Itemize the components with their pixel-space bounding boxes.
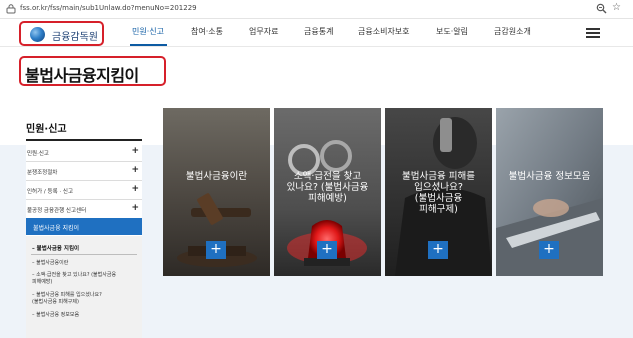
submenu-heading[interactable]: – 불법사금융 지킴이 (32, 244, 79, 252)
nav-item-consumer-protection[interactable]: 금융소비자보호 (358, 26, 410, 37)
sidebar-item-label: 민원·신고 (27, 151, 49, 157)
browser-address-bar[interactable]: fss.or.kr/fss/main/sub1Unlaw.do?menuNo=2… (0, 0, 633, 19)
submenu-item[interactable]: – 불법사금융이란 (32, 260, 68, 267)
card-info-collection[interactable]: 불법사금융 정보모음 + (496, 108, 603, 276)
card-title-line: 불법사금융 피해를 (402, 171, 475, 182)
card-damage-relief[interactable]: 불법사금융 피해를 입으셨나요? (불법사금융 피해구제) + (385, 108, 492, 276)
sidebar-item-label: 인허가 / 등록 · 신고 (27, 189, 74, 195)
submenu-item[interactable]: – 불법사금융 정보모음 (32, 312, 79, 319)
card-plus-button[interactable]: + (317, 241, 337, 259)
sidebar-item-licensing[interactable]: 인허가 / 등록 · 신고 + (26, 181, 142, 200)
card-title-line: 소액·급전을 찾고 (293, 171, 362, 182)
card-plus-button[interactable]: + (539, 241, 559, 259)
expand-plus-icon[interactable]: + (131, 184, 139, 194)
card-plus-button[interactable]: + (428, 241, 448, 259)
logo[interactable]: 금융감독원 (19, 21, 104, 46)
nav-item-press[interactable]: 보도·알림 (436, 26, 468, 37)
hamburger-icon[interactable] (586, 28, 600, 38)
submenu-item[interactable]: – 소액·급전을 찾고 있나요? (불법사금융 피해예방) (32, 272, 116, 286)
sidebar-item-label: 분쟁조정절차 (27, 170, 58, 176)
submenu-item[interactable]: – 불법사금융 피해를 입으셨나요? (불법사금융 피해구제) (32, 292, 102, 306)
site-header: 금융감독원 민원·신고 참여·소통 업무자료 금융통계 금융소비자보호 보도·알… (0, 19, 633, 47)
card-title-line: 피해구제) (419, 204, 458, 215)
logo-text: 금융감독원 (52, 32, 98, 43)
url-text[interactable]: fss.or.kr/fss/main/sub1Unlaw.do?menuNo=2… (20, 4, 197, 12)
card-title-line: 입으셨나요? (414, 182, 463, 193)
submenu-divider (31, 254, 137, 255)
sidebar-submenu: – 불법사금융 지킴이 – 불법사금융이란 – 소액·급전을 찾고 있나요? (… (26, 236, 142, 338)
sidebar-item-illegal-finance[interactable]: 불법사금융 지킴이 (26, 218, 142, 235)
card-title-line: 있나요? (불법사금융 (286, 182, 369, 193)
nav-item-financial-stats[interactable]: 금융통계 (304, 26, 333, 37)
zoom-icon[interactable] (596, 3, 607, 14)
nav-item-complaints[interactable]: 민원·신고 (132, 26, 164, 37)
fss-emblem-icon (30, 27, 45, 42)
sidebar-item-dispute[interactable]: 분쟁조정절차 + (26, 162, 142, 181)
nav-item-participation[interactable]: 참여·소통 (191, 26, 223, 37)
nav-item-about[interactable]: 금감원소개 (494, 26, 531, 37)
card-what-is-illegal-finance[interactable]: 불법사금융이란 + (163, 108, 270, 276)
sidebar-item-complaints[interactable]: 민원·신고 + (26, 143, 142, 162)
sidebar-item-unfair-practice[interactable]: 불공정 금융관행 신고센터 + (26, 200, 142, 219)
sidebar-divider (26, 139, 142, 141)
page-title: 불법사금융지킴이 (25, 66, 139, 85)
sidebar-title: 민원·신고 (26, 124, 67, 135)
page-title-highlight: 불법사금융지킴이 (19, 56, 166, 86)
nav-item-work-data[interactable]: 업무자료 (249, 26, 278, 37)
expand-plus-icon[interactable]: + (131, 165, 139, 175)
submenu-item-line: – 소액·급전을 찾고 있나요? (불법사금융 (32, 272, 117, 278)
expand-plus-icon[interactable]: + (131, 203, 139, 213)
sidebar-active-label: 불법사금융 지킴이 (33, 225, 80, 232)
active-nav-indicator (130, 44, 167, 46)
card-title-line: (불법사금융 (414, 193, 463, 204)
card-prevent-damage[interactable]: 소액·급전을 찾고 있나요? (불법사금융 피해예방) + (274, 108, 381, 276)
card-title: 불법사금융 정보모음 (508, 171, 591, 182)
submenu-item-line: – 불법사금융 피해를 입으셨나요? (32, 292, 102, 298)
sidebar: 민원·신고 민원·신고 + 분쟁조정절차 + 인허가 / 등록 · 신고 + 불… (26, 108, 142, 338)
card-title: 불법사금융이란 (185, 171, 248, 182)
expand-plus-icon[interactable]: + (131, 146, 139, 156)
site-info-icon[interactable] (6, 4, 16, 14)
card-title-line: 피해예방) (308, 193, 347, 204)
submenu-item-line: (불법사금융 피해구제) (32, 299, 79, 305)
card-plus-button[interactable]: + (206, 241, 226, 259)
bookmark-star-icon[interactable]: ☆ (612, 2, 621, 14)
sidebar-item-label: 불공정 금융관행 신고센터 (27, 208, 87, 214)
submenu-item-line: 피해예방) (32, 279, 53, 285)
